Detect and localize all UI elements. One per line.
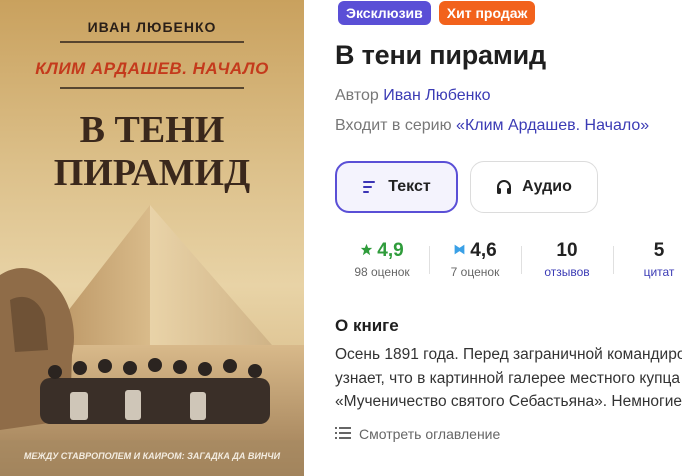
series-link[interactable]: «Клим Ардашев. Начало» (456, 117, 649, 134)
bestseller-badge: Хит продаж (438, 1, 536, 25)
book-info-panel: Эксклюзив Хит продаж В тени пирамид Авто… (335, 0, 682, 476)
bookmark-icon (453, 240, 466, 262)
list-icon (335, 426, 351, 442)
text-lines-icon (362, 179, 378, 195)
badges: Эксклюзив Хит продаж (338, 1, 536, 25)
litres-rating[interactable]: 4,9 98 оценок (347, 240, 417, 279)
series-line: Входит в серию «Клим Ардашев. Начало» (335, 117, 649, 135)
cover-series: КЛИМ АРДАШЕВ. НАЧАЛО (35, 59, 269, 78)
stats-divider (613, 246, 614, 274)
read-text-button[interactable]: Текст (335, 161, 458, 213)
headphones-icon (496, 179, 512, 195)
stats-row: 4,9 98 оценок 4,6 7 оценок 10 отзывов 5 … (335, 240, 682, 280)
stats-divider (521, 246, 522, 274)
listen-audio-label: Аудио (522, 178, 572, 195)
book-cover[interactable]: ИВАН ЛЮБЕНКО КЛИМ АРДАШЕВ. НАЧАЛО В ТЕНИ… (0, 0, 304, 476)
livelib-rating-value: 4,6 (470, 240, 497, 261)
about-heading: О книге (335, 316, 399, 335)
quotes-count: 5 (653, 240, 665, 261)
reviews-link[interactable]: отзывов (533, 265, 601, 279)
series-label: Входит в серию (335, 117, 452, 134)
author-link[interactable]: Иван Любенко (383, 87, 490, 104)
cover-bottom: МЕЖДУ СТАВРОПОЛЕМ И КАИРОМ: ЗАГАДКА ДА В… (24, 451, 281, 461)
cover-author: ИВАН ЛЮБЕНКО (88, 19, 217, 35)
quotes-link[interactable]: цитат (631, 265, 682, 279)
reviews-count: 10 (556, 240, 578, 261)
litres-rating-count: 98 оценок (354, 265, 410, 279)
star-icon (360, 240, 373, 262)
view-toc-label: Смотреть оглавление (359, 426, 501, 442)
about-line-3: «Мученичество святого Себастьяна». Немно… (335, 393, 682, 410)
cover-title-1: В ТЕНИ (80, 109, 225, 151)
cover-image: ИВАН ЛЮБЕНКО КЛИМ АРДАШЕВ. НАЧАЛО В ТЕНИ… (0, 0, 304, 476)
livelib-rating-count: 7 оценок (450, 265, 500, 279)
exclusive-badge: Эксклюзив (338, 1, 431, 25)
litres-rating-value: 4,9 (377, 240, 404, 261)
listen-audio-button[interactable]: Аудио (470, 161, 598, 213)
cover-title-2: ПИРАМИД (54, 152, 250, 194)
about-text: Осень 1891 года. Перед заграничной коман… (335, 343, 682, 414)
book-title: В тени пирамид (335, 40, 546, 70)
stats-divider (429, 246, 430, 274)
about-line-1: Осень 1891 года. Перед заграничной коман… (335, 346, 682, 363)
view-toc-button[interactable]: Смотреть оглавление (335, 426, 500, 442)
author-label: Автор (335, 87, 379, 104)
livelib-rating[interactable]: 4,6 7 оценок (439, 240, 511, 279)
about-line-2: узнает, что в картинной галерее местного… (335, 369, 680, 387)
reviews-stat[interactable]: 10 отзывов (533, 240, 601, 279)
read-text-label: Текст (388, 178, 431, 195)
author-line: Автор Иван Любенко (335, 87, 491, 105)
quotes-stat[interactable]: 5 цитат (631, 240, 682, 279)
